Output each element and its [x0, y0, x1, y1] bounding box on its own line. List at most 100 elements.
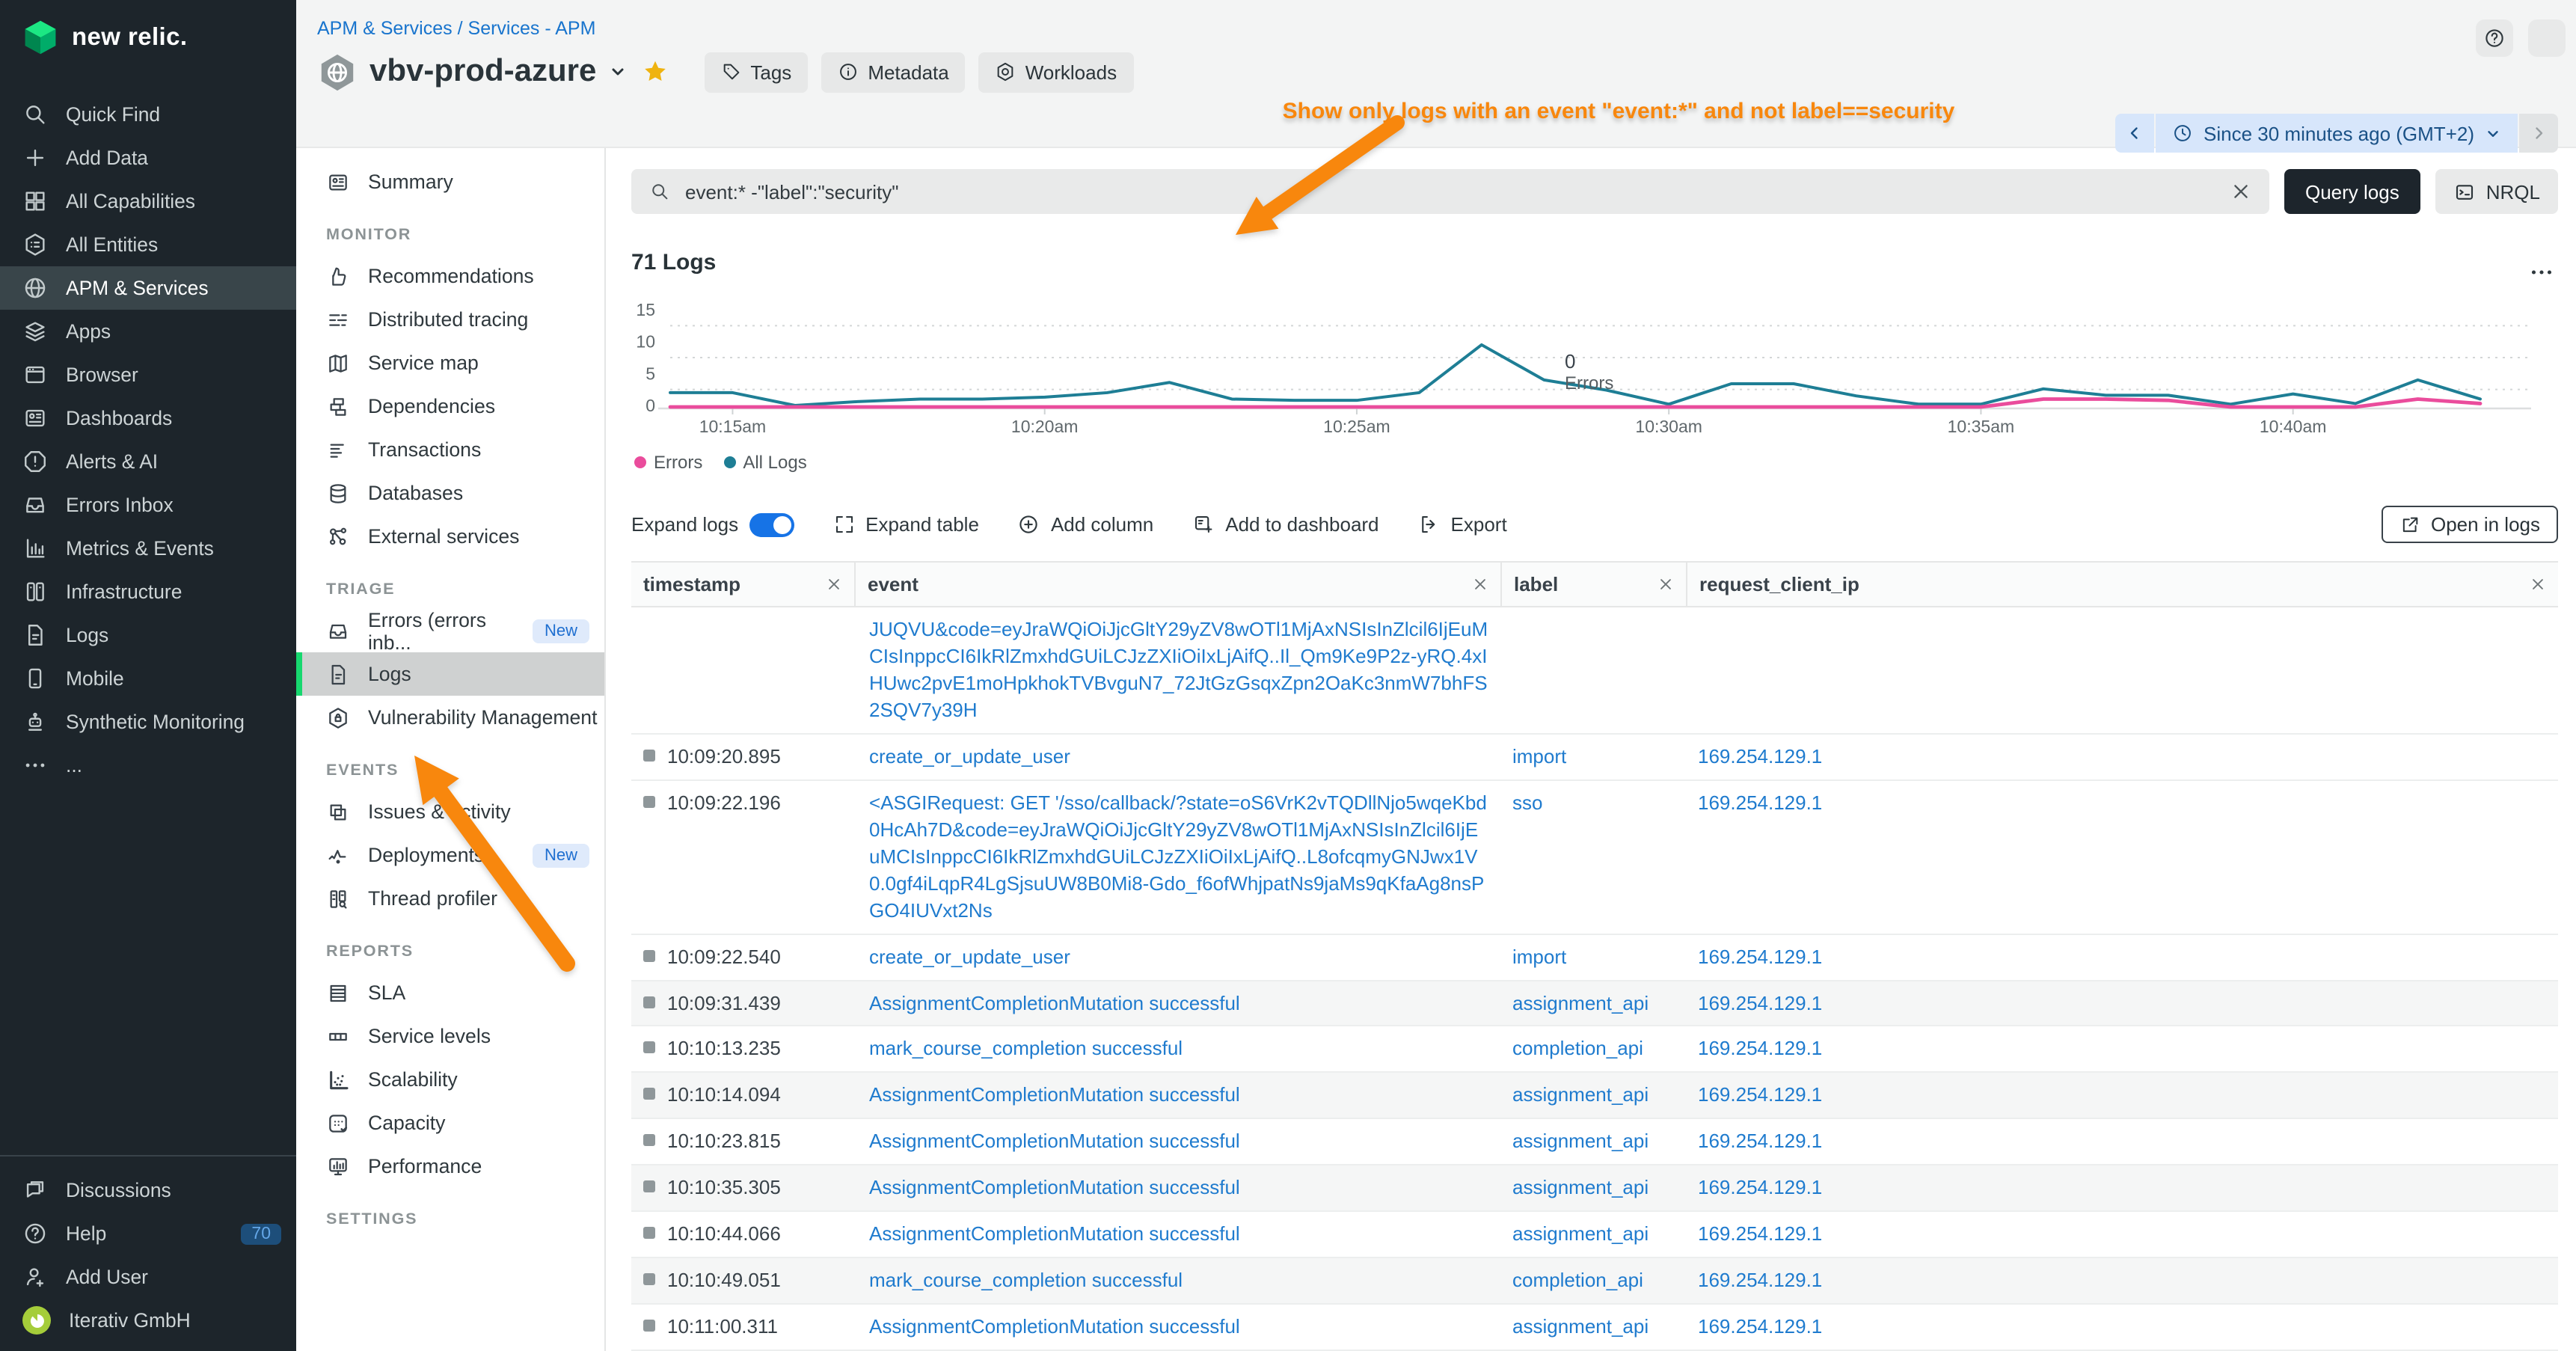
log-label-link[interactable]: completion_api [1512, 1038, 1643, 1060]
subnav-item-service-map[interactable]: Service map [296, 341, 604, 385]
remove-column-label-button[interactable] [1657, 576, 1674, 592]
expand-logs-switch[interactable] [749, 512, 794, 536]
remove-column-timestamp-button[interactable] [826, 576, 842, 592]
log-event-link[interactable]: AssignmentCompletionMutation successful [869, 991, 1240, 1014]
log-ip-link[interactable]: 169.254.129.1 [1698, 1130, 1822, 1153]
subnav-item-recommendations[interactable]: Recommendations [296, 254, 604, 298]
subnav-item-errors-errors-inb[interactable]: Errors (errors inb...New [296, 609, 604, 652]
log-label-link[interactable]: import [1512, 945, 1566, 967]
gnav-item-apps[interactable]: Apps [0, 310, 296, 353]
log-row[interactable]: 10:09:31.439AssignmentCompletionMutation… [631, 981, 2558, 1027]
copy-link-button[interactable] [2528, 19, 2566, 57]
log-ip-link[interactable]: 169.254.129.1 [1698, 1084, 1822, 1106]
log-row[interactable]: 10:10:44.066AssignmentCompletionMutation… [631, 1212, 2558, 1258]
gnav-item-all-entities[interactable]: All Entities [0, 223, 296, 266]
entity-dropdown-caret-icon[interactable] [608, 63, 626, 81]
subnav-item-databases[interactable]: Databases [296, 471, 604, 515]
breadcrumb-services-apm[interactable]: Services - APM [468, 18, 596, 39]
favorite-star-icon[interactable] [641, 58, 668, 85]
subnav-item-external-services[interactable]: External services [296, 515, 604, 558]
log-ip-link[interactable]: 169.254.129.1 [1698, 745, 1822, 768]
subnav-item-issues-activity[interactable]: Issues & activity [296, 790, 604, 833]
help-button[interactable] [2476, 19, 2513, 57]
tags-button[interactable]: Tags [704, 52, 808, 92]
log-label-link[interactable]: completion_api [1512, 1269, 1643, 1291]
log-row[interactable]: 10:09:20.895create_or_update_userimport1… [631, 735, 2558, 781]
time-range-button[interactable]: Since 30 minutes ago (GMT+2) [2156, 114, 2518, 153]
gnav-footer-discussions[interactable]: Discussions [0, 1168, 296, 1212]
remove-column-event-button[interactable] [1472, 576, 1488, 592]
metadata-button[interactable]: Metadata [821, 52, 965, 92]
gnav-item-logs[interactable]: Logs [0, 613, 296, 657]
log-event-link[interactable]: AssignmentCompletionMutation successful [869, 1222, 1240, 1245]
subnav-item-scalability[interactable]: Scalability [296, 1058, 604, 1101]
legend-errors[interactable]: Errors [634, 452, 702, 473]
subnav-item-service-levels[interactable]: Service levels [296, 1014, 604, 1058]
log-row[interactable]: 10:10:14.094AssignmentCompletionMutation… [631, 1073, 2558, 1120]
log-event-link[interactable]: create_or_update_user [869, 745, 1070, 768]
gnav-item-alerts-ai[interactable]: Alerts & AI [0, 440, 296, 483]
log-label-link[interactable]: assignment_api [1512, 991, 1649, 1014]
log-row[interactable]: 10:11:00.311AssignmentCompletionMutation… [631, 1305, 2558, 1351]
open-in-logs-button[interactable]: Open in logs [2382, 506, 2558, 543]
subnav-item-performance[interactable]: Performance [296, 1145, 604, 1188]
log-label-link[interactable]: assignment_api [1512, 1084, 1649, 1106]
gnav-item-infrastructure[interactable]: Infrastructure [0, 570, 296, 613]
gnav-item-errors-inbox[interactable]: Errors Inbox [0, 483, 296, 527]
log-row[interactable]: 10:10:13.235mark_course_completion succe… [631, 1027, 2558, 1073]
expand-table-button[interactable]: Expand table [832, 513, 979, 536]
subnav-item-dependencies[interactable]: Dependencies [296, 385, 604, 428]
new-relic-logo[interactable]: new relic. [0, 0, 296, 57]
gnav-item-synthetic-monitoring[interactable]: Synthetic Monitoring [0, 700, 296, 744]
subnav-item-sla[interactable]: SLA [296, 971, 604, 1014]
workloads-button[interactable]: Workloads [979, 52, 1133, 92]
subnav-item-capacity[interactable]: Capacity [296, 1101, 604, 1145]
gnav-item-mobile[interactable]: Mobile [0, 657, 296, 700]
log-label-link[interactable]: assignment_api [1512, 1130, 1649, 1153]
log-event-link[interactable]: create_or_update_user [869, 945, 1070, 967]
subnav-item-vulnerability-management[interactable]: Vulnerability Management [296, 696, 604, 739]
gnav-item-all-capabilities[interactable]: All Capabilities [0, 180, 296, 223]
time-forward-button[interactable] [2519, 114, 2558, 153]
log-label-link[interactable]: import [1512, 745, 1566, 768]
query-logs-button[interactable]: Query logs [2284, 169, 2420, 214]
log-label-link[interactable]: assignment_api [1512, 1222, 1649, 1245]
add-to-dashboard-button[interactable]: Add to dashboard [1192, 513, 1379, 536]
log-ip-link[interactable]: 169.254.129.1 [1698, 1177, 1822, 1199]
gnav-footer-iterativ-gmbh[interactable]: Iterativ GmbH [0, 1299, 296, 1342]
gnav-item-browser[interactable]: Browser [0, 353, 296, 396]
log-event-link[interactable]: mark_course_completion successful [869, 1038, 1183, 1060]
log-ip-link[interactable]: 169.254.129.1 [1698, 1315, 1822, 1338]
time-back-button[interactable] [2115, 114, 2154, 153]
legend-all-logs[interactable]: All Logs [723, 452, 806, 473]
gnav-footer-add-user[interactable]: Add User [0, 1255, 296, 1299]
remove-column-request-client-ip-button[interactable] [2530, 576, 2546, 592]
log-row[interactable]: 10:10:23.815AssignmentCompletionMutation… [631, 1120, 2558, 1166]
log-event-link[interactable]: AssignmentCompletionMutation successful [869, 1084, 1240, 1106]
log-row[interactable]: 10:09:22.196<ASGIRequest: GET '/sso/call… [631, 781, 2558, 934]
log-event-link[interactable]: AssignmentCompletionMutation successful [869, 1177, 1240, 1199]
add-column-button[interactable]: Add column [1018, 513, 1153, 536]
log-row[interactable]: 10:09:22.540create_or_update_userimport1… [631, 934, 2558, 981]
subnav-item-distributed-tracing[interactable]: Distributed tracing [296, 298, 604, 341]
gnav-item-quick-find[interactable]: Quick Find [0, 93, 296, 136]
log-event-link[interactable]: AssignmentCompletionMutation successful [869, 1130, 1240, 1153]
subnav-item-transactions[interactable]: Transactions [296, 428, 604, 471]
gnav-item-add-data[interactable]: Add Data [0, 136, 296, 180]
log-event-link[interactable]: AssignmentCompletionMutation successful [869, 1315, 1240, 1338]
log-ip-link[interactable]: 169.254.129.1 [1698, 1222, 1822, 1245]
log-ip-link[interactable]: 169.254.129.1 [1698, 1038, 1822, 1060]
subnav-item-logs[interactable]: Logs [296, 652, 604, 696]
log-event-link[interactable]: JUQVU&code=eyJraWQiOiJjcGltY29yZV8wOTl1M… [869, 618, 1488, 721]
log-row[interactable]: JUQVU&code=eyJraWQiOiJjcGltY29yZV8wOTl1M… [631, 607, 2558, 735]
breadcrumb-apm-services[interactable]: APM & Services [317, 18, 453, 39]
log-event-link[interactable]: mark_course_completion successful [869, 1269, 1183, 1291]
subnav-item-deployments[interactable]: DeploymentsNew [296, 833, 604, 877]
log-ip-link[interactable]: 169.254.129.1 [1698, 945, 1822, 967]
log-label-link[interactable]: sso [1512, 791, 1542, 814]
log-query-input[interactable] [682, 179, 2218, 204]
nrql-button[interactable]: NRQL [2435, 169, 2558, 214]
panel-menu-icon[interactable] [2528, 259, 2555, 286]
log-label-link[interactable]: assignment_api [1512, 1315, 1649, 1338]
log-ip-link[interactable]: 169.254.129.1 [1698, 791, 1822, 814]
